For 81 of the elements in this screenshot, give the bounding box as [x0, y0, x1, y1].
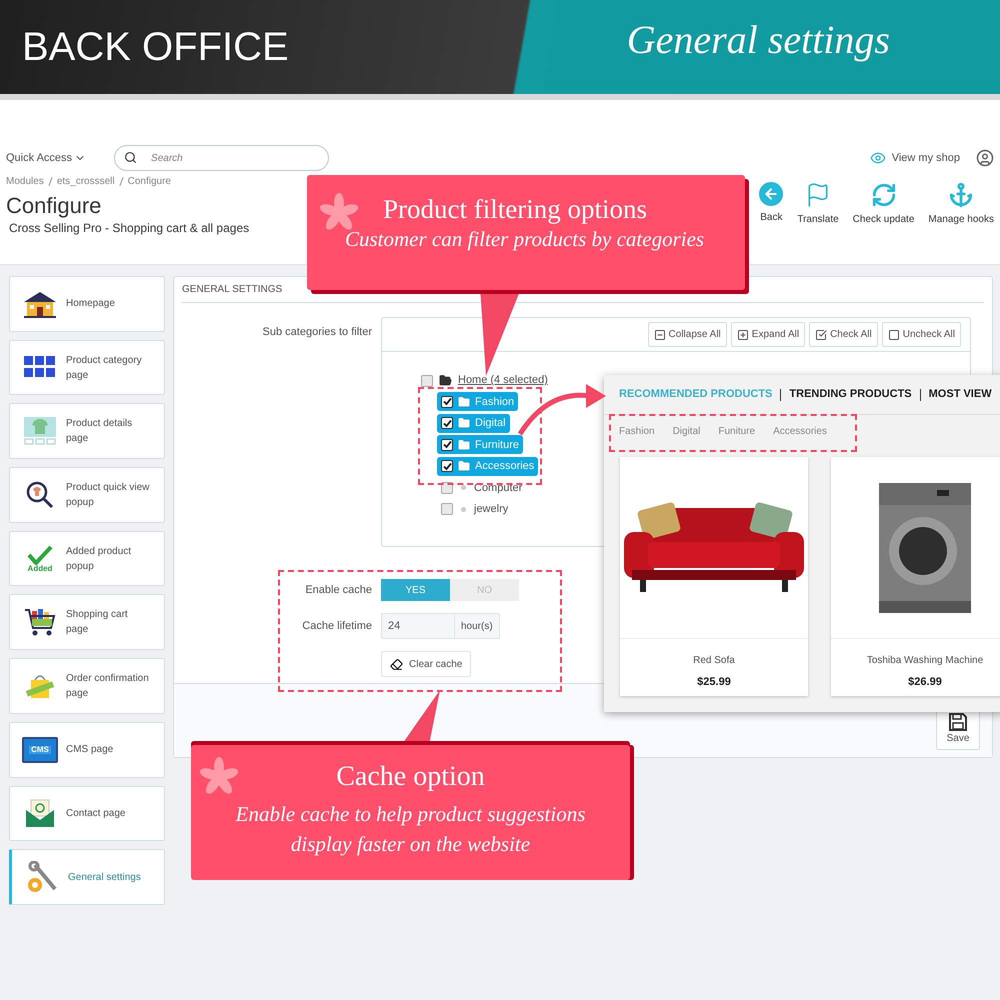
empty-box-icon	[888, 328, 900, 340]
product-price: $26.99	[907, 675, 943, 690]
sidebar-item[interactable]: Product details page	[9, 403, 165, 460]
clear-cache-button[interactable]: Clear cache	[381, 651, 472, 677]
panel-title: GENERAL SETTINGS	[182, 283, 282, 297]
tree-item[interactable]: jewelry	[474, 501, 508, 518]
refresh-icon	[870, 182, 897, 208]
view-shop-link[interactable]: View my shop	[892, 150, 960, 166]
eye-icon	[870, 150, 886, 166]
sidebar-item[interactable]: Added Added product popup	[9, 530, 165, 586]
product-tab[interactable]: TRENDING PRODUCTS	[789, 386, 912, 403]
search-icon	[124, 150, 138, 164]
page-subtitle: Cross Selling Pro - Shopping cart & all pages	[9, 220, 250, 237]
cache-lifetime-input[interactable]: 24	[381, 613, 455, 639]
tree-toolbar-button[interactable]: Collapse All	[648, 322, 727, 347]
checkbox[interactable]	[441, 503, 453, 516]
toolbar-button[interactable]: Manage hooks	[928, 182, 994, 227]
field-label: Cache lifetime	[301, 618, 373, 634]
unit-addon: hour(s)	[455, 613, 500, 639]
anchor-icon	[948, 182, 974, 208]
banner-subtitle: General settings	[626, 20, 890, 60]
toolbar-button[interactable]: Back	[759, 182, 784, 225]
user-avatar-icon	[976, 149, 994, 167]
sidebar-item[interactable]: Product quick view popup	[9, 467, 165, 523]
checkbox[interactable]	[441, 438, 453, 451]
grid-icon	[24, 356, 56, 380]
banner-title: BACK OFFICE	[22, 27, 289, 67]
sidebar-item[interactable]: CMS CMS page	[9, 722, 165, 778]
checkbox[interactable]	[441, 417, 453, 430]
product-card[interactable]: Toshiba Washing Machine $26.99	[831, 457, 1000, 696]
callout-text: Customer can filter products by categories	[345, 226, 704, 253]
sidebar-item[interactable]: Product category page	[9, 340, 165, 396]
tree-item[interactable]: Computer	[474, 480, 522, 496]
toolbar-button[interactable]: Check update	[852, 182, 914, 227]
breadcrumb-link[interactable]: Configure	[128, 174, 171, 189]
bullet-icon	[461, 485, 466, 490]
tree-toolbar-button[interactable]: Check All	[809, 322, 878, 347]
callout-title: Cache option	[336, 760, 485, 794]
breadcrumb-link[interactable]: Modules	[6, 174, 44, 189]
callout-text: Enable cache to help product suggestions display faster on the website	[234, 801, 586, 858]
product-name: Toshiba Washing Machine	[866, 654, 984, 668]
sidebar-item[interactable]: General settings	[9, 849, 165, 905]
house-icon	[22, 290, 58, 318]
magnifier-icon	[26, 480, 54, 509]
product-card[interactable]: Red Sofa $25.99	[620, 457, 808, 696]
field-label: Sub categories to filter	[262, 325, 373, 340]
open-folder-icon	[439, 374, 452, 387]
product-tab[interactable]: MOST VIEW	[928, 386, 992, 403]
page-title: Configure	[6, 195, 102, 217]
tree-item[interactable]: Home (4 selected)	[458, 372, 548, 389]
quick-access-dropdown[interactable]: Quick Access	[6, 150, 86, 166]
sidebar-item[interactable]: Order confirmation page	[9, 658, 165, 714]
product-name: Red Sofa	[692, 654, 736, 668]
checkbox[interactable]	[421, 374, 433, 386]
field-label: Enable cache	[304, 582, 373, 598]
toolbar-button[interactable]: Translate	[797, 182, 839, 227]
sidebar-item[interactable]: Contact page	[9, 786, 165, 842]
folder-icon	[458, 438, 470, 451]
wrench-gear-icon	[25, 861, 59, 894]
eraser-icon	[390, 658, 403, 670]
envelope-icon	[25, 798, 55, 828]
search-field[interactable]: Search	[114, 145, 330, 172]
collapse-icon	[654, 328, 666, 340]
folder-icon	[458, 417, 470, 430]
folder-icon	[458, 396, 470, 408]
cms-monitor-icon: CMS	[22, 736, 58, 763]
checked-box-icon	[815, 328, 828, 340]
breadcrumb-link[interactable]: ets_crosssell	[56, 174, 115, 189]
product-price: $25.99	[696, 675, 732, 690]
folder-icon	[458, 460, 470, 472]
sidebar-item[interactable]: Homepage	[9, 276, 165, 332]
callout-title: Product filtering options	[383, 193, 648, 225]
shopping-cart-icon	[24, 607, 56, 638]
tree-toolbar-button[interactable]: Expand All	[730, 322, 806, 347]
bullet-icon	[461, 506, 466, 512]
sidebar-item[interactable]: Shopping cart page	[9, 594, 165, 650]
shirt-icon	[24, 417, 56, 446]
checkbox[interactable]	[441, 396, 453, 408]
expand-icon	[736, 328, 749, 340]
tree-toolbar-button[interactable]: Uncheck All	[882, 322, 961, 347]
checkbox[interactable]	[441, 460, 453, 472]
